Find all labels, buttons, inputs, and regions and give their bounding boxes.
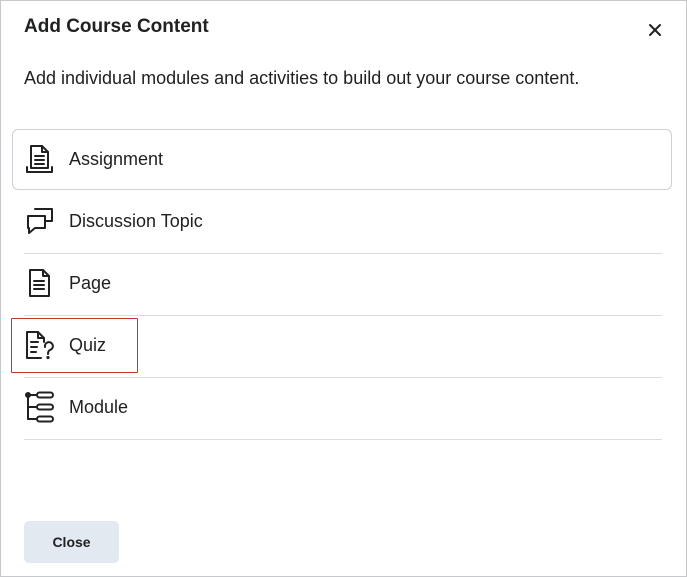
module-icon [24, 391, 56, 423]
content-item-label: Quiz [69, 335, 107, 355]
content-item-label: Assignment [69, 149, 164, 169]
content-item-quiz[interactable]: Quiz [24, 315, 662, 378]
content-item-assignment[interactable]: Assignment [12, 129, 672, 190]
content-item-module[interactable]: Module [24, 377, 662, 440]
discussion-icon [24, 205, 56, 237]
add-course-content-dialog: Add Course Content Add individual module… [0, 0, 687, 577]
quiz-icon [24, 329, 56, 361]
content-item-label: Module [69, 397, 129, 417]
content-item-discussion-topic[interactable]: Discussion Topic [24, 191, 662, 254]
content-item-page[interactable]: Page [24, 253, 662, 316]
assignment-icon [24, 143, 56, 175]
content-item-label: Page [69, 273, 112, 293]
dialog-description: Add individual modules and activities to… [24, 68, 580, 88]
close-button[interactable]: Close [24, 521, 119, 563]
content-item-label: Discussion Topic [69, 211, 203, 231]
page-icon [24, 267, 56, 299]
close-icon[interactable] [644, 19, 666, 41]
dialog-title: Add Course Content [24, 16, 209, 37]
